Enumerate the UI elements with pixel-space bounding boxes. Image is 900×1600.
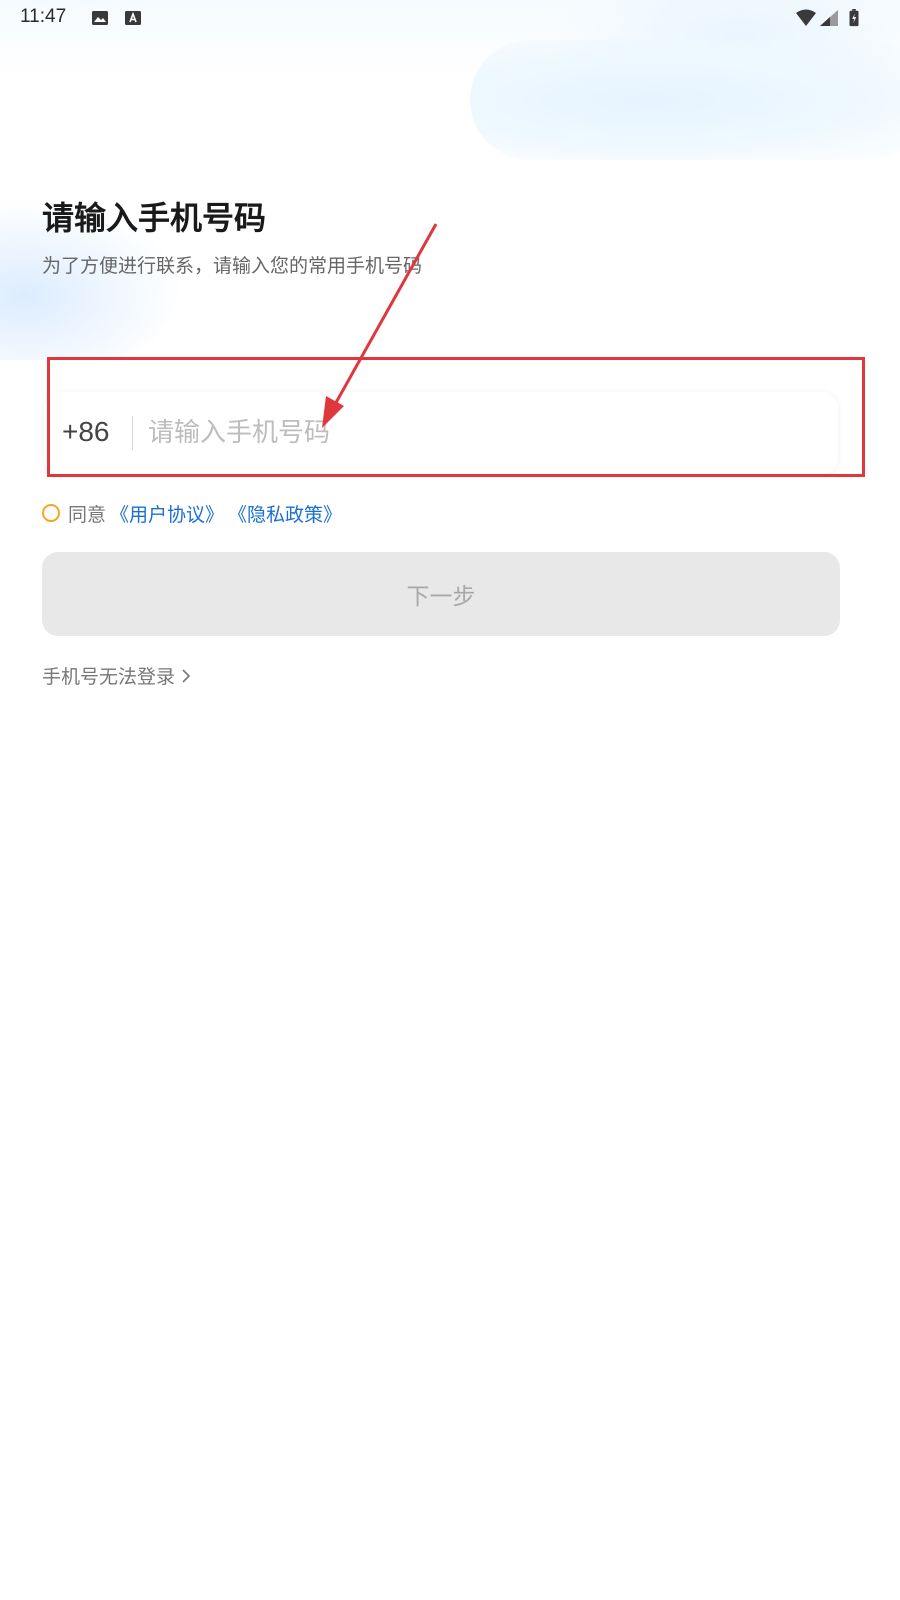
chevron-right-icon xyxy=(182,668,191,683)
battery-icon xyxy=(849,9,859,27)
image-icon xyxy=(92,11,108,25)
cannot-login-link[interactable]: 手机号无法登录 xyxy=(42,662,193,689)
annotation-highlight-box xyxy=(47,357,865,477)
privacy-policy-link[interactable]: 《隐私政策》 xyxy=(228,500,342,527)
agreement-checkbox[interactable] xyxy=(42,504,60,522)
cannot-login-label: 手机号无法登录 xyxy=(42,666,176,688)
agreement-prefix: 同意 xyxy=(68,504,107,526)
next-button[interactable]: 下一步 xyxy=(42,552,840,636)
cellular-signal-icon xyxy=(820,10,838,26)
login-screen: 11:47 请输入手机号码 为了方便进行联系，请输入您的常用手机号码 +86 请… xyxy=(0,0,900,1600)
page-subtitle: 为了方便进行联系，请输入您的常用手机号码 xyxy=(42,255,423,277)
status-bar: 11:47 xyxy=(0,0,900,36)
text-a-icon xyxy=(125,11,141,25)
status-time: 11:47 xyxy=(20,6,67,27)
page-title: 请输入手机号码 xyxy=(42,199,267,237)
user-agreement-link[interactable]: 《用户协议》 xyxy=(110,500,224,527)
background-cloud xyxy=(470,40,900,160)
wifi-icon xyxy=(796,9,816,26)
